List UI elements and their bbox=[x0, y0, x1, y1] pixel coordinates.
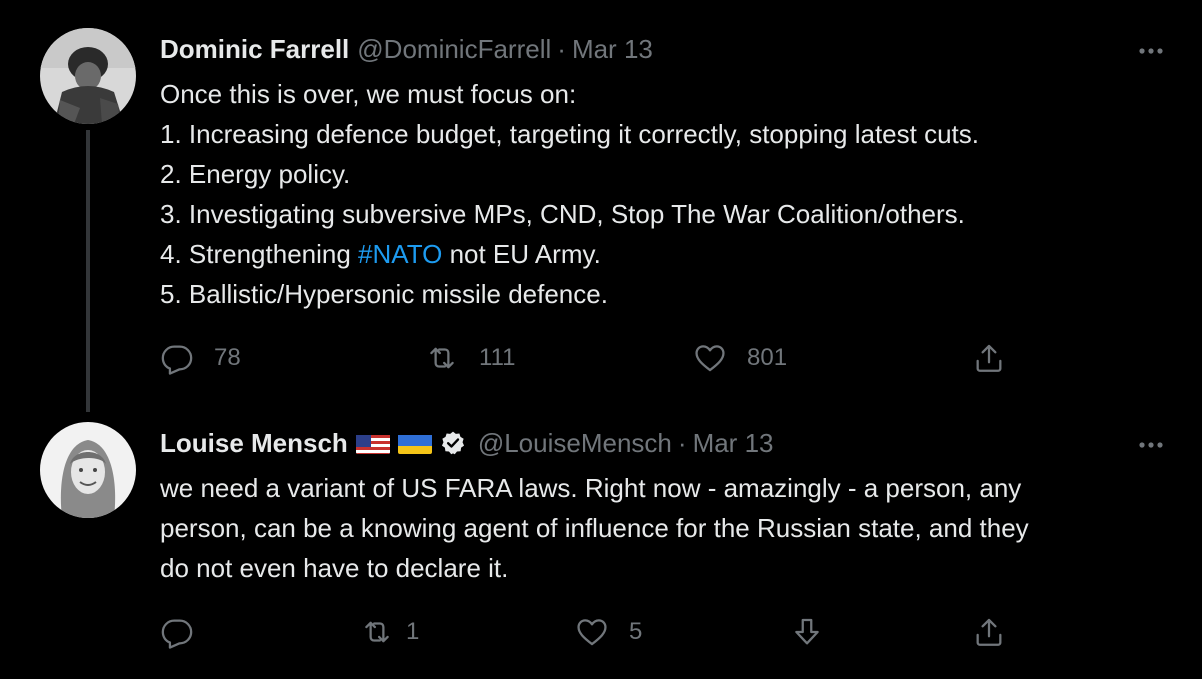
share-icon bbox=[976, 618, 1002, 646]
reply-icon bbox=[161, 619, 193, 649]
share-button[interactable] bbox=[972, 612, 1006, 652]
tweet-line-prefix: 4. Strengthening bbox=[160, 239, 359, 269]
tweet-line: do not even have to declare it. bbox=[160, 553, 509, 583]
share-icon bbox=[976, 344, 1002, 372]
reply-count: 78 bbox=[214, 344, 241, 371]
reply-button[interactable]: 78 bbox=[160, 338, 241, 378]
author-name[interactable]: Dominic Farrell bbox=[160, 33, 349, 65]
ukraine-flag-icon bbox=[397, 432, 432, 454]
like-button[interactable]: 801 bbox=[693, 338, 787, 378]
tweet-date[interactable]: Mar 13 bbox=[693, 427, 774, 459]
tweet-header: Louise Mensch @LouiseMensch · Mar 13 bbox=[160, 427, 773, 459]
avatar[interactable] bbox=[40, 422, 136, 518]
author-name[interactable]: Louise Mensch bbox=[160, 427, 348, 459]
separator-dot: · bbox=[557, 34, 566, 64]
like-icon bbox=[695, 345, 725, 372]
like-count: 801 bbox=[747, 344, 788, 371]
verified-icon bbox=[440, 430, 466, 456]
more-icon[interactable] bbox=[1136, 36, 1166, 66]
tweet-date[interactable]: Mar 13 bbox=[572, 33, 653, 65]
downvote-icon bbox=[795, 618, 819, 645]
hashtag-link[interactable]: #NATO bbox=[358, 239, 442, 269]
like-button[interactable]: 5 bbox=[575, 612, 642, 652]
retweet-count: 1 bbox=[406, 618, 420, 645]
tweet-text: we need a variant of US FARA laws. Right… bbox=[160, 468, 1172, 588]
tweet-line-suffix: not EU Army. bbox=[442, 239, 601, 269]
share-button[interactable] bbox=[972, 338, 1006, 378]
tweet-louise-mensch[interactable]: Louise Mensch @LouiseMensch · Mar 13 we … bbox=[0, 412, 1202, 675]
tweet-line: 3. Investigating subversive MPs, CND, St… bbox=[160, 199, 965, 229]
like-icon bbox=[577, 619, 607, 646]
tweet-line: we need a variant of US FARA laws. Right… bbox=[160, 473, 1022, 503]
tweet-line: person, can be a knowing agent of influe… bbox=[160, 513, 1029, 543]
retweet-icon bbox=[365, 621, 389, 643]
separator-dot: · bbox=[677, 428, 687, 458]
tweet-line: 2. Energy policy. bbox=[160, 159, 351, 189]
us-flag-icon bbox=[355, 432, 390, 454]
tweet-line: 4. Strengthening #NATO not EU Army. bbox=[160, 234, 1172, 274]
tweet-line: 1. Increasing defence budget, targeting … bbox=[160, 119, 979, 149]
tweet-line: 5. Ballistic/Hypersonic missile defence. bbox=[160, 279, 608, 309]
reply-button[interactable] bbox=[160, 612, 214, 652]
more-icon[interactable] bbox=[1136, 430, 1166, 460]
downvote-button[interactable] bbox=[790, 612, 824, 652]
retweet-button[interactable]: 111 bbox=[425, 338, 515, 378]
tweet-dominic-farrell[interactable]: Dominic Farrell @DominicFarrell · Mar 13… bbox=[0, 0, 1202, 412]
thread-line bbox=[86, 130, 90, 412]
like-count: 5 bbox=[629, 618, 643, 645]
avatar[interactable] bbox=[40, 28, 136, 124]
tweet-text: Once this is over, we must focus on: 1. … bbox=[160, 74, 1172, 314]
author-handle[interactable]: @DominicFarrell bbox=[357, 33, 551, 65]
tweet-line: Once this is over, we must focus on: bbox=[160, 79, 577, 109]
author-handle[interactable]: @LouiseMensch bbox=[478, 427, 672, 459]
retweet-button[interactable]: 1 bbox=[360, 612, 419, 652]
reply-icon bbox=[161, 345, 193, 375]
retweet-count: 111 bbox=[479, 344, 516, 371]
tweet-header: Dominic Farrell @DominicFarrell · Mar 13 bbox=[160, 33, 653, 65]
retweet-icon bbox=[430, 347, 454, 369]
